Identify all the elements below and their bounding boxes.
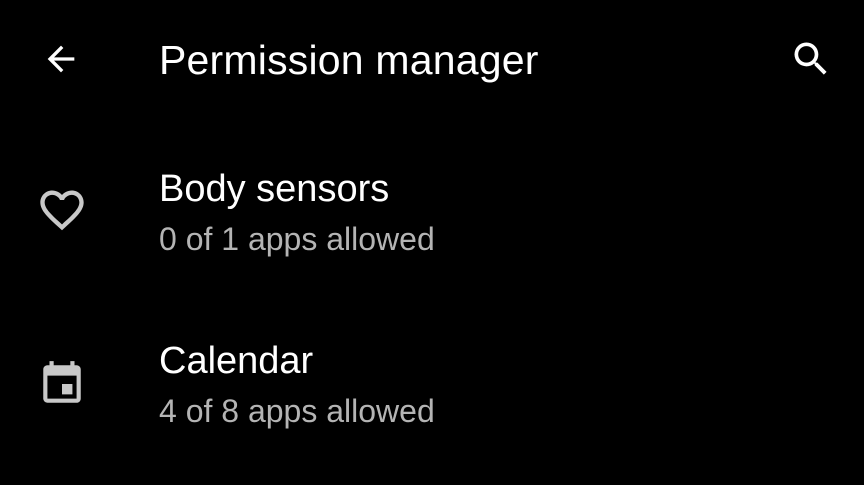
permission-title: Calendar xyxy=(159,340,314,382)
permission-title: Body sensors xyxy=(159,168,390,210)
search-icon xyxy=(794,42,827,75)
permission-subtitle: 0 of 1 apps allowed xyxy=(159,221,435,257)
app-bar: Permission manager xyxy=(0,0,864,120)
page-title: Permission manager xyxy=(159,37,539,83)
calendar-icon xyxy=(43,361,81,403)
search-button[interactable] xyxy=(783,31,839,87)
permission-icon xyxy=(36,184,88,236)
permission-item-calendar[interactable]: Calendar 4 of 8 apps allowed xyxy=(0,322,864,462)
back-button[interactable] xyxy=(33,31,89,87)
heart-outline-icon xyxy=(40,190,84,231)
permission-subtitle: 4 of 8 apps allowed xyxy=(159,393,435,429)
arrow-back-icon xyxy=(47,45,75,73)
permission-icon xyxy=(36,358,88,410)
permission-item-body-sensors[interactable]: Body sensors 0 of 1 apps allowed xyxy=(0,150,864,290)
